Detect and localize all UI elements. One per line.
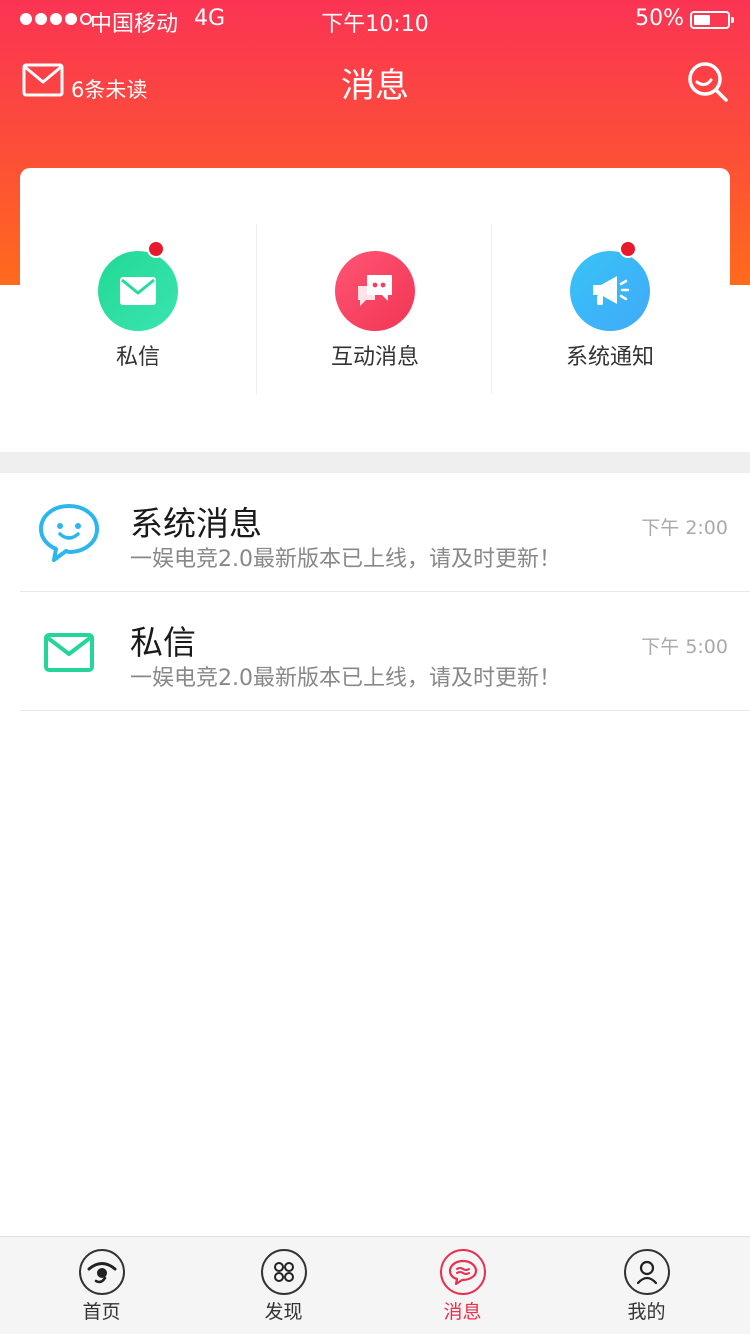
mail-icon bbox=[44, 633, 94, 672]
user-icon bbox=[624, 1249, 670, 1295]
battery-icon bbox=[690, 11, 734, 29]
unread-badge bbox=[619, 240, 637, 258]
chat-icon bbox=[440, 1249, 486, 1295]
unread-badge bbox=[147, 240, 165, 258]
tab-home[interactable]: 首页 bbox=[8, 1237, 195, 1334]
grid-icon bbox=[261, 1249, 307, 1295]
tab-profile[interactable]: 我的 bbox=[553, 1237, 740, 1334]
message-time: 下午 5:00 bbox=[641, 636, 728, 658]
message-list-item[interactable]: 系统消息 一娱电竞2.0最新版本已上线，请及时更新！ 下午 2:00 bbox=[20, 473, 750, 592]
category-card: 私信 互动消息 系统通知 bbox=[20, 168, 730, 452]
battery-percent: 50% bbox=[635, 6, 684, 31]
search-icon[interactable] bbox=[686, 60, 730, 104]
message-preview: 一娱电竞2.0最新版本已上线，请及时更新！ bbox=[130, 547, 561, 572]
tab-discover[interactable]: 发现 bbox=[190, 1237, 377, 1334]
message-list-item[interactable]: 私信 一娱电竞2.0最新版本已上线，请及时更新！ 下午 5:00 bbox=[20, 592, 750, 711]
status-bar: 中国移动 4G 下午10:10 50% bbox=[0, 0, 750, 40]
megaphone-icon bbox=[570, 251, 650, 331]
mail-icon bbox=[98, 251, 178, 331]
tab-label: 首页 bbox=[82, 1301, 121, 1323]
message-preview: 一娱电竞2.0最新版本已上线，请及时更新！ bbox=[130, 666, 561, 691]
message-time: 下午 2:00 bbox=[641, 517, 728, 539]
category-label: 系统通知 bbox=[565, 345, 654, 370]
category-label: 私信 bbox=[115, 345, 160, 370]
chat-bubbles-icon bbox=[335, 251, 415, 331]
category-system-notice[interactable]: 系统通知 bbox=[492, 224, 728, 394]
category-interaction[interactable]: 互动消息 bbox=[256, 224, 492, 394]
section-divider bbox=[0, 452, 750, 473]
page-title: 消息 bbox=[341, 66, 409, 106]
tab-messages[interactable]: 消息 bbox=[369, 1237, 556, 1334]
smiley-bubble-icon bbox=[39, 504, 99, 562]
category-private-message[interactable]: 私信 bbox=[20, 224, 256, 394]
message-title: 系统消息 bbox=[130, 504, 262, 543]
tab-label: 消息 bbox=[443, 1301, 482, 1323]
tab-label: 发现 bbox=[264, 1301, 303, 1323]
eye-icon bbox=[79, 1249, 125, 1295]
message-title: 私信 bbox=[130, 623, 196, 662]
tab-bar: 首页 发现 消息 我的 bbox=[0, 1236, 750, 1334]
category-label: 互动消息 bbox=[330, 345, 419, 370]
tab-label: 我的 bbox=[627, 1301, 666, 1323]
